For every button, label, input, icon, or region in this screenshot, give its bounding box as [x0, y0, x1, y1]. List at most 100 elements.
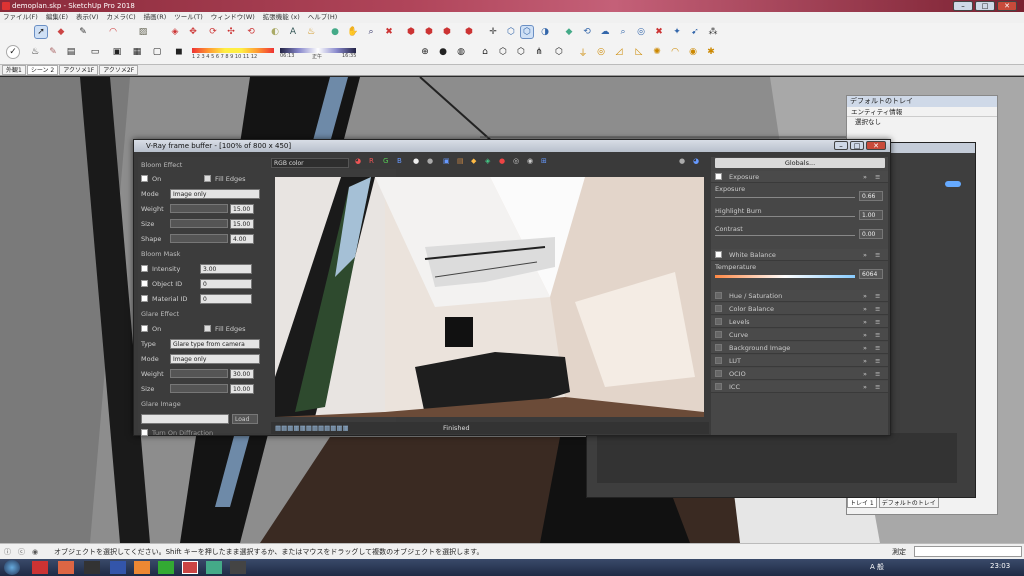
exposure-menu-icon[interactable]: ≡: [875, 171, 880, 183]
line-tool-icon[interactable]: ✎: [76, 25, 90, 39]
red-channel-icon[interactable]: R: [369, 157, 374, 165]
move-icon[interactable]: ✥: [186, 25, 200, 39]
taskbar-app-2[interactable]: [58, 561, 74, 574]
eraser-icon[interactable]: ◆: [54, 25, 68, 39]
exposure-header[interactable]: Exposure: [729, 171, 759, 183]
green-channel-icon[interactable]: G: [383, 157, 388, 165]
glare-size-slider[interactable]: [170, 384, 228, 393]
glare-image-field[interactable]: [141, 414, 229, 424]
taskbar-app-8[interactable]: [206, 561, 222, 574]
exposure-field[interactable]: 0.66: [859, 191, 883, 201]
vray-plane-icon[interactable]: ⋔: [532, 45, 546, 59]
taskbar-app-5[interactable]: [134, 561, 150, 574]
menu-view[interactable]: 表示(V): [76, 12, 99, 23]
bloom-size-slider[interactable]: [170, 219, 228, 228]
vray-lights-icon[interactable]: ✦: [670, 25, 684, 39]
interactive-icon[interactable]: ◉: [527, 157, 533, 165]
wb-menu-icon[interactable]: ≡: [875, 249, 880, 261]
stop-icon[interactable]: ●: [499, 157, 505, 165]
bg-collapse-icon[interactable]: »: [863, 342, 867, 354]
vray-frame-buffer-icon[interactable]: ◎: [634, 25, 648, 39]
measure-angle-icon[interactable]: ⏚: [576, 45, 590, 59]
zoom-extents-icon[interactable]: ✖: [382, 25, 396, 39]
color-balance-checkbox[interactable]: [715, 305, 722, 312]
menu-extensions[interactable]: 拡張機能 (x): [263, 12, 300, 23]
curve-collapse-icon[interactable]: »: [863, 329, 867, 341]
icc-checkbox[interactable]: [715, 383, 722, 390]
extension-manager-icon[interactable]: ⬢: [462, 25, 476, 39]
zoom-icon[interactable]: ⌕: [364, 25, 378, 39]
menu-draw[interactable]: 描画(R): [144, 12, 167, 23]
tab-scene-4[interactable]: アクソメ2F: [99, 65, 139, 75]
wb-collapse-icon[interactable]: »: [863, 249, 867, 261]
vray-mesh-light-icon[interactable]: ⌂: [478, 45, 492, 59]
asset-toggle[interactable]: [945, 181, 961, 187]
vray-interactive-icon[interactable]: ⟲: [580, 25, 594, 39]
contrast-slider[interactable]: [715, 235, 855, 236]
blue-channel-icon[interactable]: B: [397, 157, 402, 165]
footprints-icon[interactable]: ⁂: [706, 25, 720, 39]
rotate-icon[interactable]: ⟳: [206, 25, 220, 39]
object-id-field[interactable]: 0: [200, 279, 252, 289]
vray-fur-icon[interactable]: ⬡: [514, 45, 528, 59]
contrast-field[interactable]: 0.00: [859, 229, 883, 239]
dimension-icon[interactable]: ▤: [64, 45, 78, 59]
window-icon[interactable]: ▢: [150, 45, 164, 59]
icc-collapse-icon[interactable]: »: [863, 381, 867, 393]
clear-icon[interactable]: ▤: [457, 157, 464, 165]
vray-batch-icon[interactable]: ✖: [652, 25, 666, 39]
iso-view-icon[interactable]: ⬡: [504, 25, 518, 39]
intensity-field[interactable]: 3.00: [200, 264, 252, 274]
color-balance-header[interactable]: Color Balance: [729, 303, 774, 315]
temperature-slider[interactable]: [715, 275, 855, 278]
gear-icon[interactable]: ✱: [704, 45, 718, 59]
diffraction-checkbox[interactable]: [141, 429, 148, 436]
fog-icon[interactable]: ◉: [686, 45, 700, 59]
credits-icon[interactable]: ⓒ: [18, 544, 25, 560]
ocio-collapse-icon[interactable]: »: [863, 368, 867, 380]
tray-tab-1[interactable]: トレイ 1: [847, 497, 877, 508]
temperature-field[interactable]: 6064: [859, 269, 883, 279]
levels-menu-icon[interactable]: ≡: [875, 316, 880, 328]
maximize-button[interactable]: □: [975, 1, 995, 11]
menu-window[interactable]: ウィンドウ(W): [211, 12, 255, 23]
glare-weight-field[interactable]: 30.00: [230, 369, 254, 379]
style-check-icon[interactable]: ✓: [6, 45, 20, 59]
arc-tool-icon[interactable]: ◠: [106, 25, 120, 39]
glare-mode-select[interactable]: Image only: [170, 354, 260, 364]
tape-measure-icon[interactable]: ◐: [268, 25, 282, 39]
bg-menu-icon[interactable]: ≡: [875, 342, 880, 354]
measurements-input[interactable]: [914, 546, 1022, 557]
material-id-field[interactable]: 0: [200, 294, 252, 304]
menu-help[interactable]: ヘルプ(H): [308, 12, 337, 23]
camera-icon[interactable]: ●: [679, 157, 685, 165]
paint-bucket-icon[interactable]: ♨: [304, 25, 318, 39]
levels-collapse-icon[interactable]: »: [863, 316, 867, 328]
bloom-shape-field[interactable]: 4.00: [230, 234, 254, 244]
lut-menu-icon[interactable]: ≡: [875, 355, 880, 367]
curve-header[interactable]: Curve: [729, 329, 748, 341]
curve-checkbox[interactable]: [715, 331, 722, 338]
info-status-icon[interactable]: ⓘ: [4, 544, 11, 560]
extension-warehouse-icon[interactable]: ⬢: [422, 25, 436, 39]
position-camera-icon[interactable]: ✛: [486, 25, 500, 39]
ime-indicator[interactable]: A 般: [870, 562, 884, 572]
exposure-collapse-icon[interactable]: »: [863, 171, 867, 183]
globals-button[interactable]: Globals...: [715, 158, 885, 168]
material-id-checkbox[interactable]: [141, 295, 148, 302]
white-balance-header[interactable]: White Balance: [729, 249, 776, 261]
taskbar-app-3[interactable]: [84, 561, 100, 574]
hue-saturation-header[interactable]: Hue / Saturation: [729, 290, 782, 302]
triangle-icon[interactable]: ◺: [632, 45, 646, 59]
vray-proxy-icon[interactable]: ⬡: [496, 45, 510, 59]
offset-icon[interactable]: ✣: [224, 25, 238, 39]
tray-tab-default[interactable]: デフォルトのトレイ: [878, 497, 939, 508]
sun-icon[interactable]: ✺: [650, 45, 664, 59]
layout-icon[interactable]: ⬢: [440, 25, 454, 39]
white-balance-checkbox[interactable]: [715, 251, 722, 258]
start-button[interactable]: [4, 560, 20, 575]
close-button[interactable]: ✕: [997, 1, 1017, 11]
layer-icon[interactable]: ▦: [130, 45, 144, 59]
render-image[interactable]: [275, 177, 704, 417]
text-tool-icon[interactable]: A: [286, 25, 300, 39]
